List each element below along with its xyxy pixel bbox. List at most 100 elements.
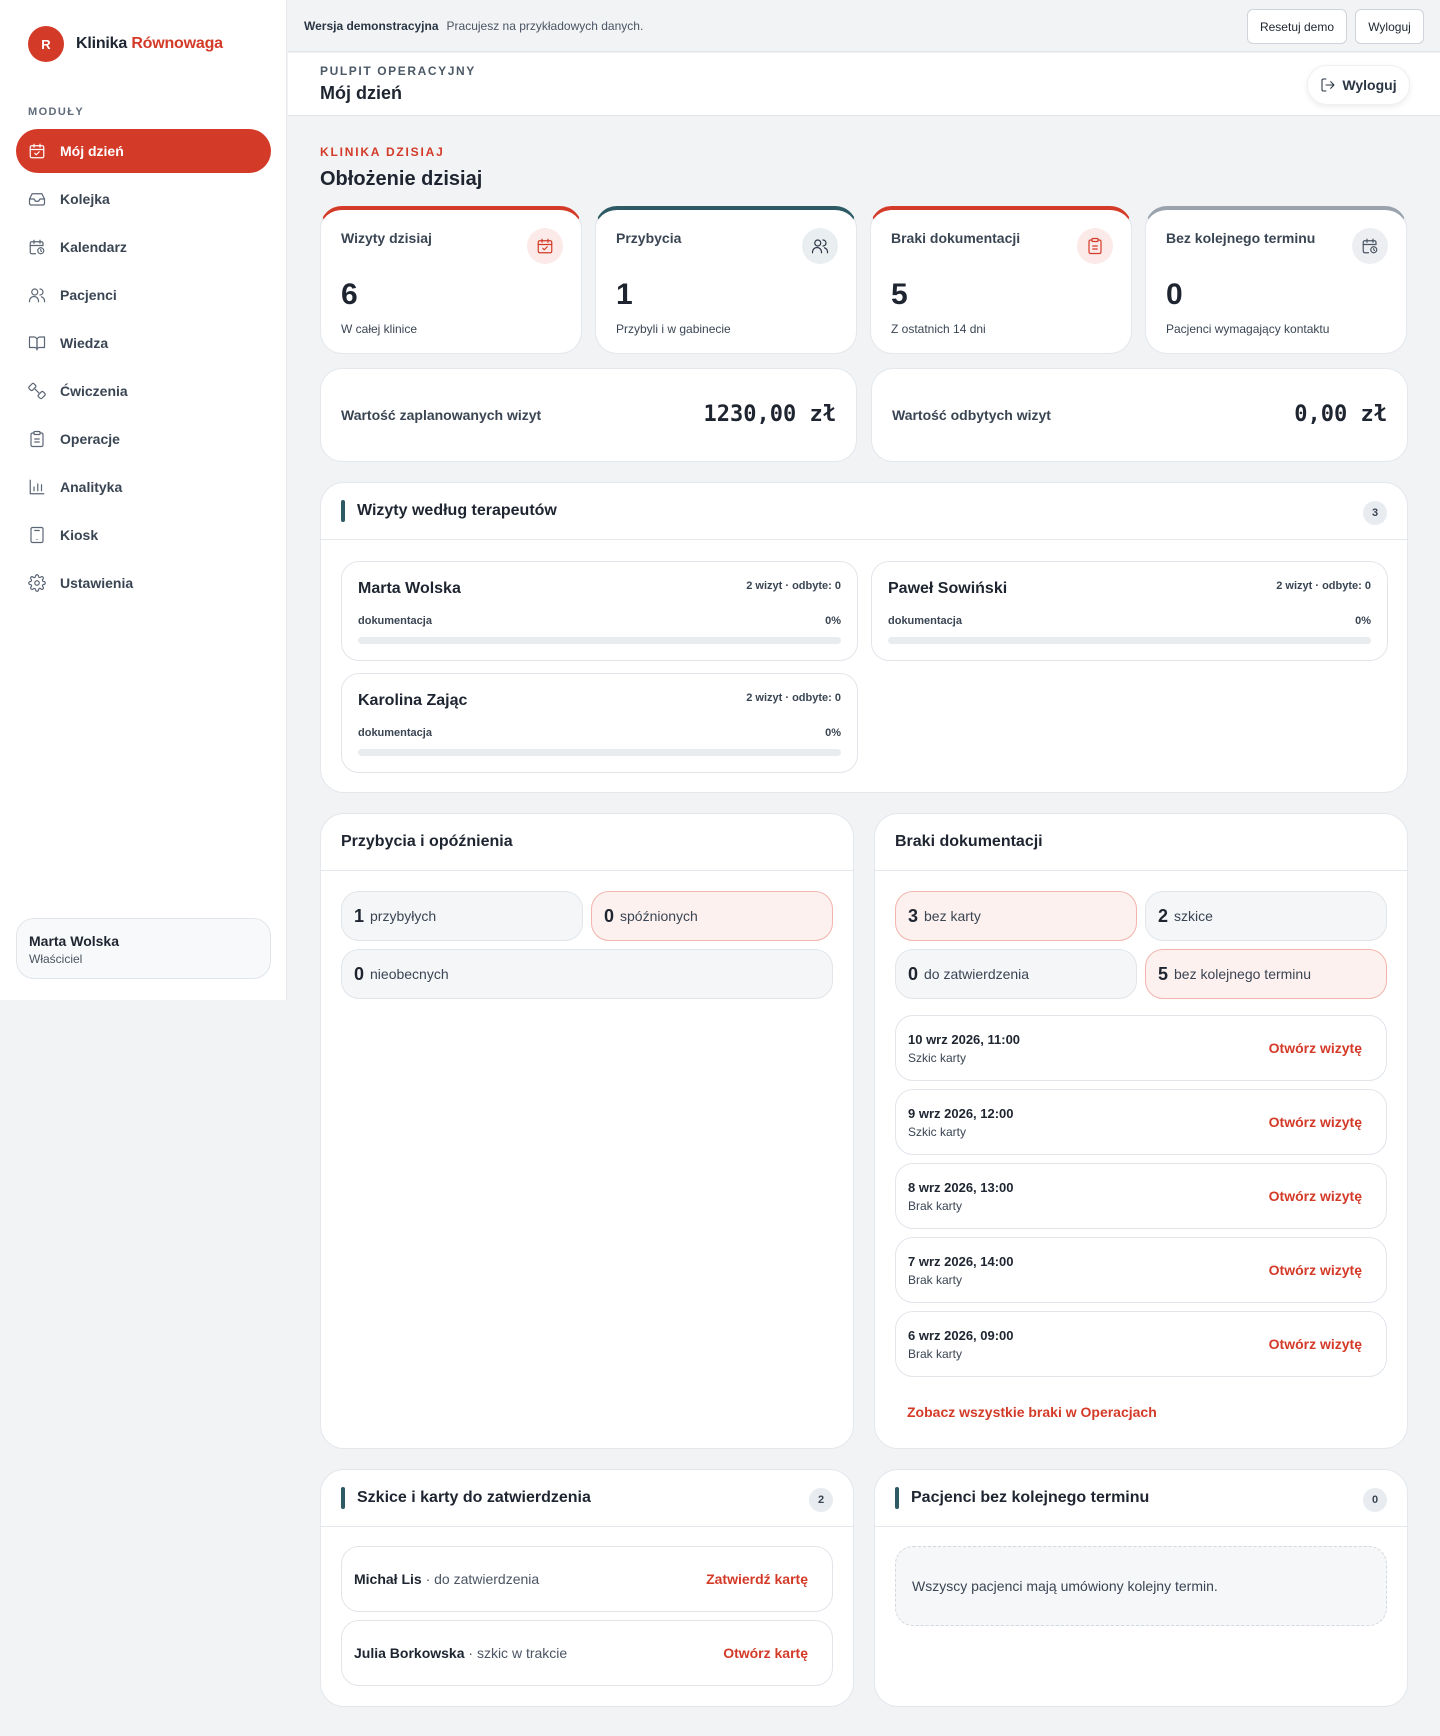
stat-card-missing-docs: Braki dokumentacji 5 Z ostatnich 14 dni [870,206,1132,354]
pill-number: 0 [908,963,919,984]
doc-status: Brak karty [908,1347,963,1361]
user-name: Marta Wolska [29,933,119,949]
therapist-card[interactable]: Marta Wolska 2 wizyt · odbyte: 0 dokumen… [341,561,858,661]
drafts-panel: Szkice i karty do zatwierdzenia 2 Michał… [320,1469,854,1707]
stat-pill-to-approve[interactable]: 0 do zatwierdzenia [895,949,1137,999]
pill-number: 3 [908,905,919,926]
user-card[interactable]: Marta Wolska Właściciel [16,918,271,979]
page-header: PULPIT OPERACYJNY Mój dzień Wyloguj [288,53,1440,116]
missing-doc-item: 9 wrz 2026, 12:00 Szkic karty Otwórz wiz… [895,1089,1387,1155]
stat-sub: Pacjenci wymagający kontaktu [1166,322,1330,336]
sidebar-item-moj-dzien[interactable]: Mój dzień [16,129,271,173]
documentation-percent: 0% [1355,615,1371,627]
open-card-link[interactable]: Otwórz kartę [723,1645,808,1661]
sidebar-item-label: Ćwiczenia [60,383,128,399]
value-amount: 0,00 zł [1294,402,1387,427]
visit-date: 10 wrz 2026, 11:00 [908,1032,1021,1047]
pill-text: spóźnionych [620,908,698,924]
brand-logo: R [28,26,64,62]
visit-date: 9 wrz 2026, 12:00 [908,1106,1014,1121]
pill-text: szkice [1174,908,1213,924]
open-visit-link[interactable]: Otwórz wizytę [1269,1336,1362,1352]
topbar-logout-button[interactable]: Wyloguj [1355,9,1424,44]
visit-date: 8 wrz 2026, 13:00 [908,1180,1014,1195]
stat-pill-arrived[interactable]: 1 przybyłych [341,891,583,941]
brand-name: Klinika Równowaga [76,35,223,53]
therapist-card[interactable]: Karolina Zając 2 wizyt · odbyte: 0 dokum… [341,673,858,773]
sidebar-item-wiedza[interactable]: Wiedza [16,321,271,365]
documentation-progress-bar [358,749,841,756]
patient-name: Michał Lis · do zatwierdzenia [354,1571,539,1587]
stat-sub: W całej klinice [341,322,418,336]
panel-header: Szkice i karty do zatwierdzenia 2 [321,1470,853,1527]
planned-value-card: Wartość zaplanowanych wizyt 1230,00 zł [320,368,857,462]
pill-text: do zatwierdzenia [924,966,1030,982]
empty-state: Wszyscy pacjenci mają umówiony kolejny t… [895,1546,1387,1626]
sidebar-item-cwiczenia[interactable]: Ćwiczenia [16,369,271,413]
calendar-check-icon [28,142,46,160]
therapist-visits: 2 wizyt · odbyte: 0 [746,580,841,592]
header-logout-button[interactable]: Wyloguj [1307,65,1410,105]
stat-pill-no-card[interactable]: 3 bez karty [895,891,1137,941]
stat-card-visits: Wizyty dzisiaj 6 W całej klinice [320,206,582,354]
reset-demo-button[interactable]: Resetuj demo [1247,9,1347,44]
section-eyebrow: KLINIKA DZISIAJ [320,145,445,159]
calendar-clock-icon [1352,228,1388,264]
open-visit-link[interactable]: Otwórz wizytę [1269,1188,1362,1204]
completed-value-card: Wartość odbytych wizyt 0,00 zł [871,368,1408,462]
panel-header: Wizyty według terapeutów 3 [321,483,1407,540]
sidebar-item-kalendarz[interactable]: Kalendarz [16,225,271,269]
clipboard-icon [28,430,46,448]
panel-header: Braki dokumentacji [875,814,1407,871]
open-visit-link[interactable]: Otwórz wizytę [1269,1262,1362,1278]
no-next-appointment-panel: Pacjenci bez kolejnego terminu 0 Wszyscy… [874,1469,1408,1707]
open-visit-link[interactable]: Otwórz wizytę [1269,1114,1362,1130]
doc-status: Brak karty [908,1199,963,1213]
draft-item: Michał Lis · do zatwierdzenia Zatwierdź … [341,1546,833,1612]
stat-pill-absent[interactable]: 0 nieobecnych [341,949,833,999]
tablet-icon [28,526,46,544]
sidebar-item-kolejka[interactable]: Kolejka [16,177,271,221]
therapists-panel: Wizyty według terapeutów 3 Marta Wolska … [320,482,1408,793]
sidebar-item-label: Kalendarz [60,239,127,255]
open-visit-link[interactable]: Otwórz wizytę [1269,1040,1362,1056]
sidebar-item-kiosk[interactable]: Kiosk [16,513,271,557]
users-icon [802,228,838,264]
approve-card-link[interactable]: Zatwierdź kartę [706,1571,808,1587]
sidebar-item-label: Wiedza [60,335,109,351]
documentation-label: dokumentacja [888,615,962,627]
book-icon [28,334,46,352]
sidebar-item-label: Mój dzień [60,143,124,159]
gear-icon [28,574,46,592]
doc-status: Szkic karty [908,1051,967,1065]
brand[interactable]: R Klinika Równowaga [28,26,223,62]
sidebar-item-operacje[interactable]: Operacje [16,417,271,461]
see-all-missing-link[interactable]: Zobacz wszystkie braki w Operacjach [907,1404,1157,1420]
pill-number: 5 [1158,963,1169,984]
calendar-check-icon [527,228,563,264]
draft-item: Julia Borkowska · szkic w trakcie Otwórz… [341,1620,833,1686]
panel-title: Braki dokumentacji [895,833,1043,850]
documentation-label: dokumentacja [358,615,432,627]
draft-status: · do zatwierdzenia [421,1571,540,1587]
value-amount: 1230,00 zł [703,402,836,427]
sidebar-item-label: Operacje [60,431,120,447]
value-label: Wartość zaplanowanych wizyt [341,407,542,423]
panel-header: Przybycia i opóźnienia [321,814,853,871]
stat-pill-no-next[interactable]: 5 bez kolejnego terminu [1145,949,1387,999]
stat-pill-late[interactable]: 0 spóźnionych [591,891,833,941]
title-accent-bar [341,1487,345,1509]
sidebar-item-label: Kolejka [60,191,110,207]
pill-text: przybyłych [370,908,437,924]
sidebar-item-ustawienia[interactable]: Ustawienia [16,561,271,605]
title-accent-bar [895,1487,899,1509]
panel-title: Szkice i karty do zatwierdzenia [357,1489,591,1506]
sidebar-item-pacjenci[interactable]: Pacjenci [16,273,271,317]
logout-icon [1321,78,1335,92]
inbox-icon [28,190,46,208]
sidebar-item-analityka[interactable]: Analityka [16,465,271,509]
therapist-card[interactable]: Paweł Sowiński 2 wizyt · odbyte: 0 dokum… [871,561,1388,661]
stat-pill-drafts[interactable]: 2 szkice [1145,891,1387,941]
sidebar-item-label: Analityka [60,479,123,495]
demo-banner: Wersja demonstracyjna Pracujesz na przyk… [288,0,1440,52]
